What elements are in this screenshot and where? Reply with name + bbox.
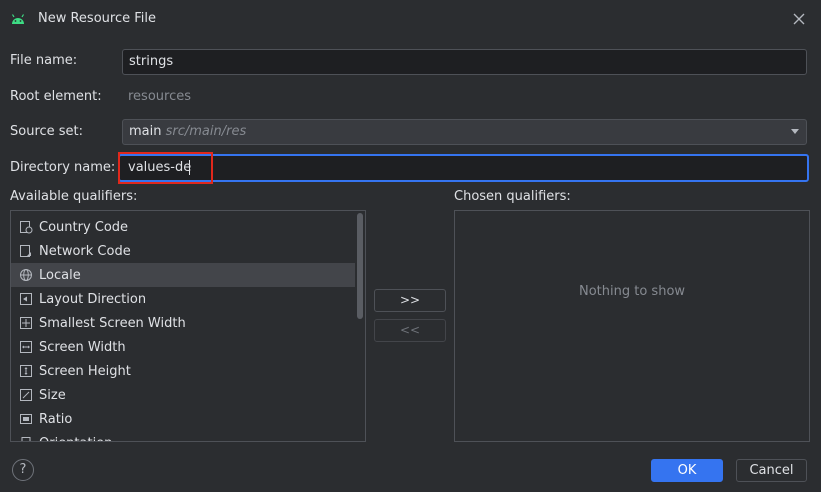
chevron-down-icon	[791, 129, 799, 134]
source-set-select[interactable]: main src/main/res	[122, 119, 807, 145]
available-qualifiers-label: Available qualifiers:	[10, 189, 138, 204]
file-name-input[interactable]: strings	[122, 49, 807, 75]
dialog-title: New Resource File	[38, 11, 156, 26]
add-qualifier-button[interactable]: >>	[374, 289, 446, 312]
qualifier-item-size[interactable]: Size	[11, 383, 355, 407]
orientation-icon	[19, 436, 33, 441]
country-code-icon	[19, 220, 33, 234]
qualifier-item-label: Locale	[39, 267, 81, 283]
android-icon	[11, 14, 25, 24]
qualifier-item-label: Network Code	[39, 243, 131, 259]
screen-height-icon	[19, 364, 33, 378]
source-set-value: main	[129, 124, 162, 139]
size-icon	[19, 388, 33, 402]
qualifier-item-orientation[interactable]: Orientation	[11, 431, 355, 442]
source-set-hint: src/main/res	[165, 124, 247, 139]
close-icon[interactable]	[791, 11, 807, 27]
qualifier-item-layout-direction[interactable]: Layout Direction	[11, 287, 355, 311]
qualifier-item-label: Layout Direction	[39, 291, 147, 307]
empty-state-text: Nothing to show	[579, 284, 686, 299]
qualifier-item-ratio[interactable]: Ratio	[11, 407, 355, 431]
root-element-value: resources	[128, 89, 192, 104]
title-bar: New Resource File	[0, 0, 821, 38]
screen-width-icon	[19, 340, 33, 354]
qualifier-item-label: Country Code	[39, 219, 129, 235]
qualifier-item-label: Ratio	[39, 411, 73, 427]
qualifier-item-label: Orientation	[39, 436, 112, 442]
ratio-icon	[19, 412, 33, 426]
qualifier-item-label: Smallest Screen Width	[39, 315, 186, 331]
directory-name-value: values-de	[128, 160, 192, 175]
scrollbar-thumb[interactable]	[357, 213, 363, 319]
text-caret	[189, 160, 190, 175]
root-element-label: Root element:	[10, 89, 102, 104]
qualifier-item-network-code[interactable]: Network Code	[11, 239, 355, 263]
qualifier-item-smallest-screen-width[interactable]: Smallest Screen Width	[11, 311, 355, 335]
available-qualifiers-list[interactable]: Country Code Network Code Locale Layout Dir…	[10, 210, 366, 442]
qualifier-item-label: Size	[39, 387, 66, 403]
qualifier-item-screen-height[interactable]: Screen Height	[11, 359, 355, 383]
file-name-label: File name:	[10, 53, 78, 68]
qualifier-item-label: Screen Width	[39, 339, 126, 355]
network-code-icon	[19, 244, 33, 258]
layout-direction-icon	[19, 292, 33, 306]
help-icon[interactable]: ?	[12, 459, 34, 481]
qualifier-item-locale[interactable]: Locale	[11, 263, 355, 287]
source-set-label: Source set:	[10, 124, 84, 139]
cancel-button[interactable]: Cancel	[736, 459, 807, 482]
globe-icon	[19, 268, 33, 282]
directory-name-input[interactable]	[118, 154, 809, 182]
smallest-screen-width-icon	[19, 316, 33, 330]
qualifier-item-country-code[interactable]: Country Code	[11, 215, 355, 239]
directory-name-label: Directory name:	[10, 160, 116, 175]
ok-button[interactable]: OK	[651, 459, 723, 482]
chosen-qualifiers-list[interactable]: Nothing to show	[454, 210, 810, 442]
qualifier-item-label: Screen Height	[39, 363, 131, 379]
remove-qualifier-button[interactable]: <<	[374, 319, 446, 342]
chosen-qualifiers-label: Chosen qualifiers:	[454, 189, 571, 204]
qualifier-item-screen-width[interactable]: Screen Width	[11, 335, 355, 359]
